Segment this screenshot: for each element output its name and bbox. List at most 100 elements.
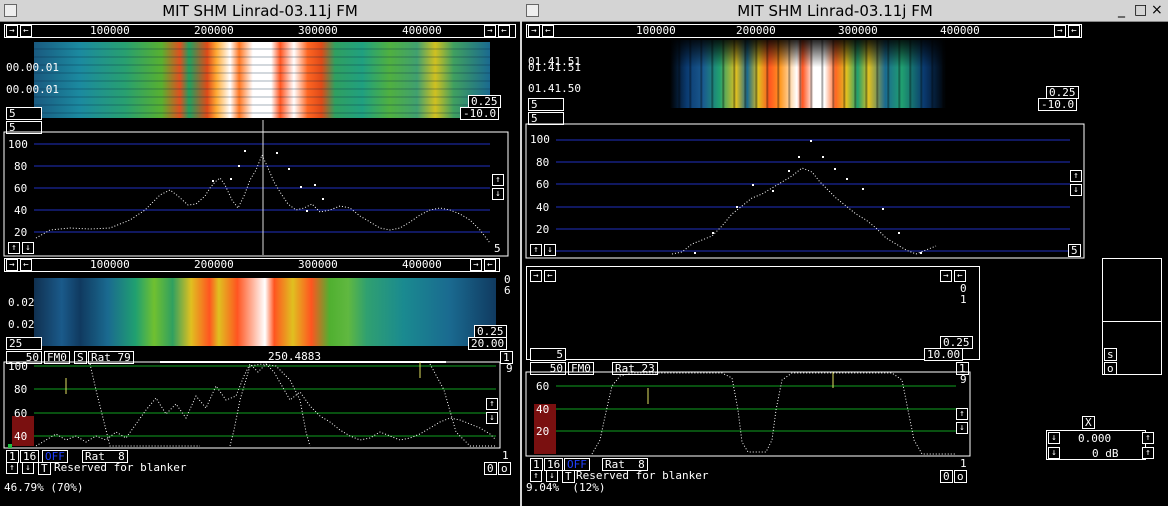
db-up-arrow-icon[interactable]: ↑ xyxy=(1142,447,1154,459)
side-x-button[interactable]: X xyxy=(1082,416,1095,429)
left-spec-down2-arrow-icon[interactable]: ↓ xyxy=(22,242,34,254)
left-avg-top[interactable]: 5 xyxy=(6,107,42,120)
left-freq-tick: 100000 xyxy=(90,24,130,37)
side-o-button[interactable]: o xyxy=(1104,362,1117,375)
left-bb-y-tick: 40 xyxy=(14,430,28,443)
right-spec-y-tick: 100 xyxy=(530,133,550,146)
left-bb-time: 0.02 xyxy=(8,318,35,331)
left-wf-time: 00.00.01 xyxy=(6,83,59,96)
right-scale-left2-arrow-icon[interactable]: ← xyxy=(1068,25,1080,37)
right-bb-right-value: 1 xyxy=(960,293,967,306)
right-freq-tick: 300000 xyxy=(838,24,878,37)
left-scale-left-arrow-icon[interactable]: ← xyxy=(20,25,32,37)
right-wf-time: 01.41.51 xyxy=(528,61,581,74)
left-spec-up-arrow-icon[interactable]: ↑ xyxy=(492,174,504,186)
right-freq-tick: 200000 xyxy=(736,24,776,37)
gain-down-arrow-icon[interactable]: ↓ xyxy=(1048,432,1060,444)
right-avg-top[interactable]: 5 xyxy=(528,98,564,111)
left-bb-avg[interactable]: 25 xyxy=(6,337,42,350)
right-bb-y-tick: 20 xyxy=(536,425,550,438)
left-bb-y-tick: 80 xyxy=(14,383,28,396)
left-bb-up-arrow-icon[interactable]: ↑ xyxy=(486,398,498,410)
left-bb-y-tick: 100 xyxy=(8,360,28,373)
left-bb-freq-tick: 300000 xyxy=(298,258,338,271)
right-bb-up-arrow-icon[interactable]: ↑ xyxy=(956,408,968,420)
right-spec-down2-arrow-icon[interactable]: ↓ xyxy=(544,244,556,256)
right-waterfall-lines xyxy=(670,40,946,108)
minimize-icon[interactable]: _ xyxy=(1118,2,1125,18)
gain-value: 0.000 xyxy=(1078,432,1112,445)
right-scale-left-arrow-icon[interactable]: ← xyxy=(542,25,554,37)
left-o-box[interactable]: o xyxy=(498,462,511,475)
right-bb-right-arrow-icon[interactable]: → xyxy=(530,270,542,282)
left-bottom-down-arrow-icon[interactable]: ↓ xyxy=(22,462,34,474)
right-spec-up2-arrow-icon[interactable]: ↑ xyxy=(530,244,542,256)
right-title-bar[interactable]: MIT SHM Linrad-03.11j FM xyxy=(522,0,1168,22)
db-down-arrow-icon[interactable]: ↓ xyxy=(1048,447,1060,459)
right-freq-scale xyxy=(526,24,1082,38)
left-ctl-freq: 250.4883 xyxy=(268,350,321,363)
right-bottom-one-right: 1 xyxy=(960,457,967,470)
right-bb-avg[interactable]: 5 xyxy=(530,348,566,361)
left-bottom-up-arrow-icon[interactable]: ↑ xyxy=(6,462,18,474)
right-bb-value-bottom[interactable]: 10.00 xyxy=(924,348,964,361)
left-bb-value-bottom[interactable]: 20.00 xyxy=(468,337,508,350)
left-ctl-rat[interactable]: Rat 79 xyxy=(88,351,134,364)
left-scale-right2-arrow-icon[interactable]: → xyxy=(484,25,496,37)
left-bb-right-value: 6 xyxy=(504,284,511,297)
right-ctl-rat[interactable]: Rat 23 xyxy=(612,362,658,375)
left-bb-y-tick: 60 xyxy=(14,407,28,420)
left-bb-freq-tick: 100000 xyxy=(90,258,130,271)
left-scale-left2-arrow-icon[interactable]: ← xyxy=(498,25,510,37)
left-bb-right2-arrow-icon[interactable]: → xyxy=(470,259,482,271)
left-ctl-mode[interactable]: FM0 xyxy=(44,351,70,364)
left-bottom-t[interactable]: T xyxy=(38,462,51,475)
left-bb-freq-tick: 200000 xyxy=(194,258,234,271)
right-window-menu-button[interactable] xyxy=(526,4,539,17)
right-bb-left-arrow-icon[interactable]: ← xyxy=(544,270,556,282)
right-spec-down-arrow-icon[interactable]: ↓ xyxy=(1070,184,1082,196)
right-window-title: MIT SHM Linrad-03.11j FM xyxy=(737,2,933,20)
left-wf-value-bottom[interactable]: -10.0 xyxy=(460,107,500,120)
right-spec-y-tick: 40 xyxy=(536,201,550,214)
right-scale-right2-arrow-icon[interactable]: → xyxy=(1054,25,1066,37)
left-scale-right-arrow-icon[interactable]: → xyxy=(6,25,18,37)
left-window-menu-button[interactable] xyxy=(4,4,17,17)
left-bb-down-arrow-icon[interactable]: ↓ xyxy=(486,412,498,424)
maximize-icon[interactable]: □ xyxy=(1134,2,1147,18)
left-spec-down-arrow-icon[interactable]: ↓ xyxy=(492,188,504,200)
left-bb-freq-tick: 400000 xyxy=(402,258,442,271)
right-avg-bottom[interactable]: 5 xyxy=(528,112,564,125)
left-bb-left2-arrow-icon[interactable]: ← xyxy=(484,259,496,271)
left-bb-waterfall[interactable] xyxy=(34,278,496,346)
left-avg-bottom[interactable]: 5 xyxy=(6,121,42,134)
right-ctl-mode[interactable]: FM0 xyxy=(568,362,594,375)
left-ctl-nine: 9 xyxy=(506,362,513,375)
close-icon[interactable]: × xyxy=(1151,2,1163,18)
left-spec-up2-arrow-icon[interactable]: ↑ xyxy=(8,242,20,254)
side-s-button[interactable]: s xyxy=(1104,348,1117,361)
left-bb-left-arrow-icon[interactable]: ← xyxy=(20,259,32,271)
right-spec-up-arrow-icon[interactable]: ↑ xyxy=(1070,170,1082,182)
left-bb-right-arrow-icon[interactable]: → xyxy=(6,259,18,271)
left-title-bar[interactable]: MIT SHM Linrad-03.11j FM xyxy=(0,0,520,22)
right-bb-left2-arrow-icon[interactable]: ← xyxy=(954,270,966,282)
right-o-box[interactable]: o xyxy=(954,470,967,483)
right-bb-down-arrow-icon[interactable]: ↓ xyxy=(956,422,968,434)
left-cpu-usage: 46.79% (70%) xyxy=(4,481,84,494)
right-spec-y-tick: 20 xyxy=(536,223,550,236)
right-wf-value-bottom[interactable]: -10.0 xyxy=(1038,98,1078,111)
right-scale-right-arrow-icon[interactable]: → xyxy=(528,25,540,37)
left-zero-box[interactable]: 0 xyxy=(484,462,497,475)
left-spec-y-tick: 20 xyxy=(14,226,28,239)
right-ctl-num[interactable]: 50 xyxy=(530,362,566,375)
right-bb-right2-arrow-icon[interactable]: → xyxy=(940,270,952,282)
right-spec-corner-value[interactable]: 5 xyxy=(1068,244,1081,257)
left-ctl-s[interactable]: S xyxy=(74,351,87,364)
right-zero-box[interactable]: 0 xyxy=(940,470,953,483)
right-bb-y-tick: 60 xyxy=(536,380,550,393)
left-bottom-one-right: 1 xyxy=(502,449,509,462)
right-cpu-usage: 9.04% (12%) xyxy=(526,481,606,494)
gain-up-arrow-icon[interactable]: ↑ xyxy=(1142,432,1154,444)
left-window-title: MIT SHM Linrad-03.11j FM xyxy=(162,2,358,20)
